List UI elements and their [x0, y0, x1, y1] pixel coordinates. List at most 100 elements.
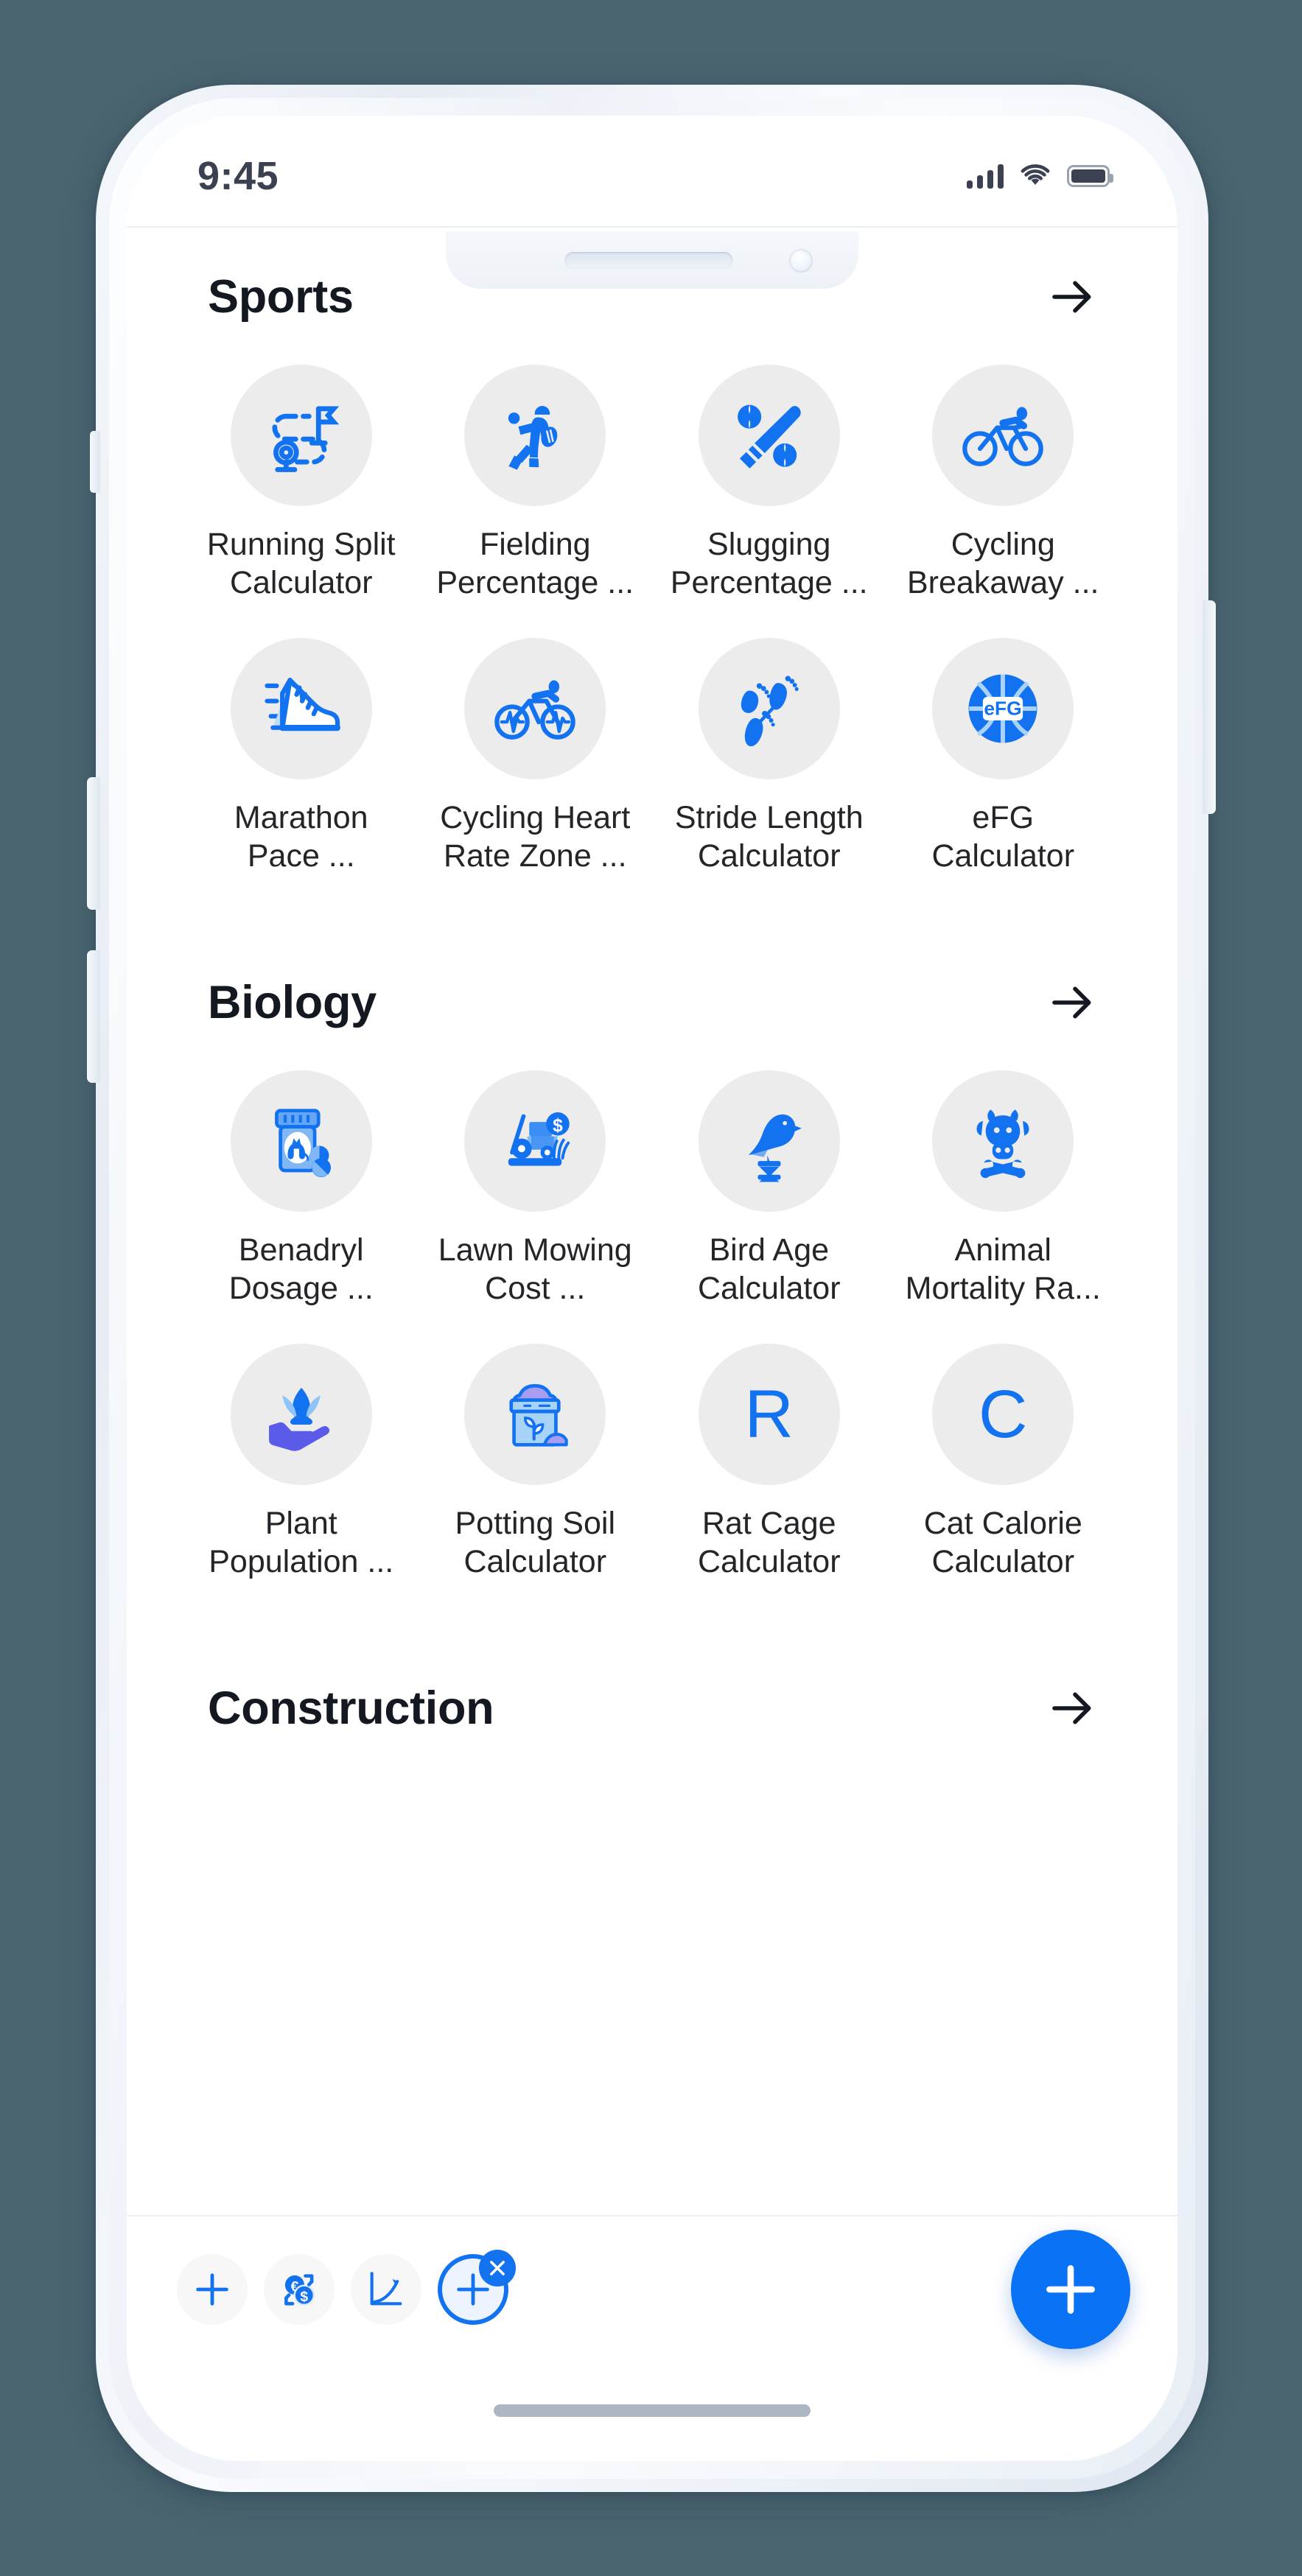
- tile-cycling-breakaway-calculator[interactable]: Cycling Breakaway ...: [886, 348, 1121, 620]
- cow-crossbones-icon: [932, 1070, 1074, 1212]
- screenshot-stage: 9:45 Sports Running Split Calculator Fie…: [0, 0, 1302, 2576]
- wifi-icon: [1020, 161, 1051, 191]
- lawn-mower-dollar-icon: $: [464, 1070, 606, 1212]
- baseball-bat-balls-icon: [698, 365, 840, 506]
- basketball-efg-icon: eFG: [932, 637, 1074, 779]
- bird-hourglass-icon: [698, 1070, 840, 1212]
- arrow-right-icon: [1052, 1692, 1091, 1724]
- tile-fielding-percentage-calculator[interactable]: Fielding Percentage ...: [419, 348, 653, 620]
- footprints-icon: [698, 637, 840, 779]
- close-x-icon: [490, 2261, 505, 2275]
- plus-icon: [1046, 2265, 1095, 2314]
- arrow-right-icon: [1052, 281, 1091, 313]
- plus-icon: [196, 2273, 228, 2306]
- earpiece-speaker: [564, 252, 733, 269]
- signal-bars-icon: [967, 164, 1004, 189]
- tile-label: Benadryl Dosage ...: [228, 1232, 374, 1307]
- section-header-construction: Construction: [127, 1639, 1177, 1735]
- letter-glyph: C: [979, 1376, 1028, 1452]
- tile-label: Plant Population ...: [209, 1505, 394, 1580]
- tile-rat-cage-calculator[interactable]: R Rat Cage Calculator: [652, 1327, 886, 1599]
- quick-tool-row: € $: [177, 2250, 1011, 2325]
- quick-tool-active-add-button[interactable]: [438, 2250, 516, 2325]
- pill-bottle-cat-icon: [230, 1070, 372, 1212]
- bottom-toolbar: € $: [127, 2215, 1177, 2362]
- tile-stride-length-calculator[interactable]: Stride Length Calculator: [652, 622, 886, 894]
- phone-notch: [446, 231, 858, 289]
- phone-volume-down-button[interactable]: [87, 950, 100, 1083]
- remove-tool-badge-button[interactable]: [479, 2250, 516, 2287]
- hand-plant-icon: [230, 1343, 372, 1485]
- battery-full-icon: [1067, 165, 1113, 187]
- quick-tool-currency-exchange-button[interactable]: € $: [264, 2254, 335, 2325]
- arrow-right-icon: [1052, 986, 1091, 1019]
- running-shoe-icon: [230, 637, 372, 779]
- tile-label: Marathon Pace ...: [234, 799, 368, 874]
- section-biology: Biology Benadryl Dosage ... $ Lawn Mowin…: [127, 933, 1177, 1599]
- tile-animal-mortality-rate-calculator[interactable]: Animal Mortality Ra...: [886, 1054, 1121, 1326]
- phone-power-button[interactable]: [1203, 600, 1216, 814]
- page-title-biology: Biology: [208, 976, 377, 1028]
- quick-tool-add-button[interactable]: [177, 2254, 248, 2325]
- category-scroll-area[interactable]: Sports Running Split Calculator Fielding…: [127, 226, 1177, 2215]
- tile-bird-age-calculator[interactable]: Bird Age Calculator: [652, 1054, 886, 1326]
- tile-label: Bird Age Calculator: [697, 1232, 841, 1307]
- tile-label: Animal Mortality Ra...: [905, 1232, 1101, 1307]
- quick-tool-growth-chart-button[interactable]: [351, 2254, 421, 2325]
- tile-benadryl-dosage-calculator[interactable]: Benadryl Dosage ...: [184, 1054, 419, 1326]
- letter-glyph: R: [744, 1376, 794, 1452]
- tile-label: Running Split Calculator: [206, 527, 396, 601]
- svg-text:$: $: [553, 1116, 563, 1136]
- tile-label: Cycling Heart Rate Zone ...: [440, 799, 631, 874]
- tile-label: Potting Soil Calculator: [455, 1505, 616, 1580]
- tile-efg-calculator[interactable]: eFG eFG Calculator: [886, 622, 1121, 894]
- status-icon-group: [967, 161, 1113, 191]
- front-camera: [789, 249, 813, 273]
- tile-label: Stride Length Calculator: [674, 799, 864, 874]
- cyclist-icon: [932, 365, 1074, 506]
- tile-label: Rat Cage Calculator: [697, 1505, 841, 1580]
- running-route-flag-icon: [230, 365, 372, 506]
- status-bar: 9:45: [127, 116, 1177, 226]
- svg-text:$: $: [300, 2289, 308, 2305]
- tile-cycling-heart-rate-zone-calculator[interactable]: Cycling Heart Rate Zone ...: [419, 622, 653, 894]
- construction-see-all-arrow-button[interactable]: [1046, 1682, 1098, 1734]
- tile-cat-calorie-calculator[interactable]: C Cat Calorie Calculator: [886, 1327, 1121, 1599]
- biology-tile-grid: Benadryl Dosage ... $ Lawn Mowing Cost .…: [127, 1029, 1177, 1599]
- tile-label: eFG Calculator: [931, 799, 1075, 874]
- phone-mute-switch[interactable]: [90, 431, 100, 493]
- page-title-sports: Sports: [208, 271, 354, 323]
- tile-label: Cycling Breakaway ...: [907, 527, 1099, 601]
- soil-bag-sprout-icon: [464, 1343, 606, 1485]
- sports-see-all-arrow-button[interactable]: [1046, 271, 1098, 323]
- baseball-fielder-icon: [464, 365, 606, 506]
- add-calculator-fab-button[interactable]: [1011, 2230, 1130, 2349]
- status-clock: 9:45: [197, 154, 279, 198]
- tile-lawn-mowing-cost-calculator[interactable]: $ Lawn Mowing Cost ...: [419, 1054, 653, 1326]
- scroll-inner: Sports Running Split Calculator Fielding…: [127, 228, 1177, 1764]
- efg-badge-text: eFG: [984, 697, 1022, 719]
- phone-volume-up-button[interactable]: [87, 777, 100, 910]
- tile-label: Fielding Percentage ...: [436, 527, 634, 601]
- tile-marathon-pace-calculator[interactable]: Marathon Pace ...: [184, 622, 419, 894]
- tile-label: Slugging Percentage ...: [670, 527, 868, 601]
- sports-tile-grid: Running Split Calculator Fielding Percen…: [127, 323, 1177, 894]
- tile-potting-soil-calculator[interactable]: Potting Soil Calculator: [419, 1327, 653, 1599]
- tile-plant-population-calculator[interactable]: Plant Population ...: [184, 1327, 419, 1599]
- tile-label: Lawn Mowing Cost ...: [438, 1232, 632, 1307]
- tile-slugging-percentage-calculator[interactable]: Slugging Percentage ...: [652, 348, 886, 620]
- tile-running-split-calculator[interactable]: Running Split Calculator: [184, 348, 419, 620]
- section-sports: Sports Running Split Calculator Fielding…: [127, 228, 1177, 894]
- cyclist-heartrate-icon: [464, 637, 606, 779]
- page-title-construction: Construction: [208, 1682, 494, 1734]
- currency-exchange-icon: € $: [284, 2274, 315, 2306]
- home-indicator[interactable]: [494, 2404, 811, 2417]
- growth-chart-icon: [370, 2272, 402, 2306]
- tile-label: Cat Calorie Calculator: [923, 1505, 1082, 1580]
- phone-screen: 9:45 Sports Running Split Calculator Fie…: [127, 116, 1177, 2461]
- section-header-biology: Biology: [127, 933, 1177, 1029]
- letter-r-icon: R: [698, 1343, 840, 1485]
- biology-see-all-arrow-button[interactable]: [1046, 977, 1098, 1028]
